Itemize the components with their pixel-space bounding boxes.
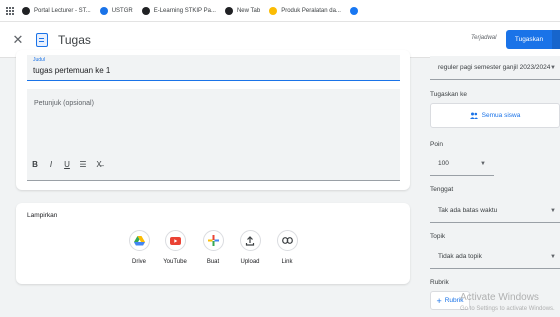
bookmark-facebook[interactable] bbox=[349, 6, 362, 15]
attachments-heading: Lampirkan bbox=[27, 212, 58, 219]
drive-label: Drive bbox=[131, 259, 146, 265]
rubric-label: Rubrik bbox=[430, 279, 449, 286]
upload-icon bbox=[239, 230, 261, 251]
attach-create-button[interactable]: Buat bbox=[193, 230, 233, 265]
italic-button[interactable]: I bbox=[47, 160, 55, 169]
attach-link-button[interactable]: Link bbox=[267, 230, 307, 265]
windows-watermark-title: Activate Windows bbox=[460, 292, 539, 303]
formatting-toolbar: B I U ☰ X̶ bbox=[31, 160, 103, 169]
bookmark-new-tab[interactable]: New Tab bbox=[224, 6, 260, 15]
assign-options-button[interactable] bbox=[552, 30, 560, 49]
youtube-icon bbox=[164, 230, 186, 251]
attach-youtube-button[interactable]: YouTube bbox=[155, 230, 195, 265]
bulleted-list-button[interactable]: ☰ bbox=[79, 160, 87, 169]
chevron-down-icon: ▼ bbox=[550, 64, 556, 71]
create-label: Buat bbox=[206, 259, 220, 265]
students-select[interactable]: Semua siswa bbox=[430, 103, 560, 128]
topic-label: Topik bbox=[430, 233, 446, 240]
bookmark-elearning[interactable]: E-Learning STKIP Pa... bbox=[141, 6, 216, 15]
assign-button[interactable]: Tugaskan bbox=[506, 30, 552, 49]
topic-select[interactable]: Tidak ada topik ▼ bbox=[430, 245, 560, 269]
page-title: Tugas bbox=[58, 32, 91, 47]
sun-icon bbox=[269, 6, 278, 15]
underline-button[interactable]: U bbox=[63, 160, 71, 169]
scheduled-label: Terjadwal bbox=[471, 35, 497, 41]
bookmark-portal-lecturer[interactable]: Portal Lecturer - ST... bbox=[22, 6, 91, 15]
link-label: Link bbox=[281, 259, 293, 265]
class-select[interactable]: reguler pagi semester ganjil 2023/2024 ▼ bbox=[430, 56, 560, 80]
chevron-down-icon: ▼ bbox=[550, 253, 556, 260]
bookmarks-bar: Portal Lecturer - ST... USTGR E-Learning… bbox=[0, 0, 560, 22]
people-icon bbox=[469, 112, 478, 119]
assignment-icon bbox=[36, 32, 48, 47]
globe-icon bbox=[22, 6, 30, 15]
close-icon[interactable]: ✕ bbox=[10, 32, 26, 48]
due-select-value: Tak ada batas waktu bbox=[438, 207, 498, 214]
due-label: Tenggat bbox=[430, 186, 454, 193]
windows-watermark-subtitle: Go to Settings to activate Windows. bbox=[460, 306, 555, 312]
plus-icon: + bbox=[436, 295, 442, 306]
globe-icon bbox=[141, 6, 150, 15]
link-icon bbox=[276, 230, 298, 251]
youtube-label: YouTube bbox=[163, 259, 187, 265]
points-label: Poin bbox=[430, 141, 444, 148]
topic-select-value: Tidak ada topik bbox=[438, 253, 482, 260]
title-field-value[interactable]: tugas pertemuan ke 1 bbox=[33, 66, 110, 75]
upload-label: Upload bbox=[240, 259, 260, 265]
assign-to-label: Tugaskan ke bbox=[430, 91, 467, 98]
create-plus-icon bbox=[202, 230, 224, 251]
chevron-down-icon: ▼ bbox=[550, 207, 556, 214]
points-select[interactable]: 100 ▼ bbox=[430, 152, 494, 176]
apps-grid-icon[interactable] bbox=[6, 6, 14, 15]
bookmark-produk-peralatan[interactable]: Produk Peralatan da... bbox=[269, 6, 341, 15]
title-field[interactable]: Judul tugas pertemuan ke 1 bbox=[27, 55, 400, 81]
students-select-value: Semua siswa bbox=[481, 112, 521, 119]
bold-button[interactable]: B bbox=[31, 160, 39, 169]
class-select-value: reguler pagi semester ganjil 2023/2024 bbox=[438, 64, 551, 71]
points-select-value: 100 bbox=[438, 160, 449, 167]
chevron-down-icon: ▼ bbox=[480, 160, 486, 167]
globe-icon bbox=[224, 6, 233, 15]
title-field-label: Judul bbox=[33, 57, 45, 63]
bookmark-ustgr[interactable]: USTGR bbox=[99, 6, 133, 15]
drive-icon bbox=[128, 230, 150, 251]
attach-upload-button[interactable]: Upload bbox=[230, 230, 270, 265]
clear-formatting-button[interactable]: X̶ bbox=[95, 160, 103, 169]
facebook-icon bbox=[349, 6, 358, 15]
attach-drive-button[interactable]: Drive bbox=[119, 230, 159, 265]
instructions-placeholder: Petunjuk (opsional) bbox=[34, 100, 94, 107]
globe-icon bbox=[99, 6, 108, 15]
due-select[interactable]: Tak ada batas waktu ▼ bbox=[430, 199, 560, 223]
